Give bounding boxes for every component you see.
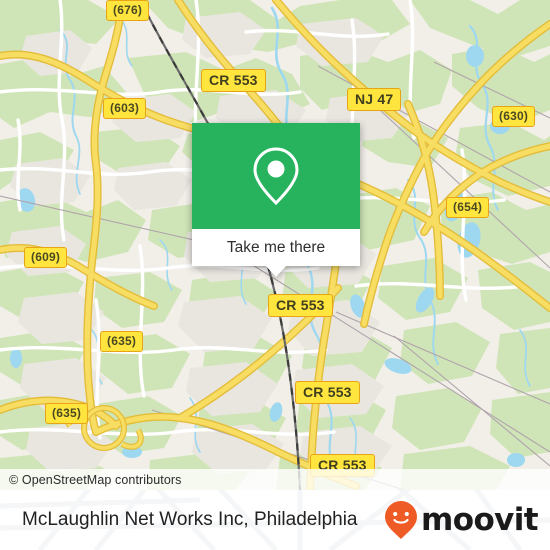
road-shield: (603) bbox=[103, 98, 147, 119]
road-shield: (676) bbox=[106, 0, 150, 21]
road-shield: (635) bbox=[45, 403, 89, 424]
take-me-there-label: Take me there bbox=[226, 238, 326, 256]
road-shield: CR 553 bbox=[201, 69, 266, 92]
road-shield: (654) bbox=[446, 197, 490, 218]
road-shield: NJ 47 bbox=[347, 88, 402, 111]
road-shield: (609) bbox=[24, 247, 68, 268]
road-shield: CR 553 bbox=[268, 294, 333, 317]
popup-image-panel bbox=[192, 123, 360, 229]
bottom-info-bar: McLaughlin Net Works Inc, Philadelphia m… bbox=[0, 490, 550, 550]
place-title: McLaughlin Net Works Inc, Philadelphia bbox=[22, 509, 358, 530]
osm-attribution-text: © OpenStreetMap contributors bbox=[9, 472, 182, 487]
location-popup[interactable]: Take me there bbox=[192, 123, 360, 277]
road-shield: (630) bbox=[492, 106, 536, 127]
road-shield: CR 553 bbox=[295, 381, 360, 404]
popup-tail bbox=[265, 265, 287, 277]
popup-footer[interactable]: Take me there bbox=[192, 229, 360, 277]
road-shield: (635) bbox=[100, 331, 144, 352]
moovit-logo: moovit bbox=[383, 500, 539, 540]
map-screenshot: (676) CR 553 NJ 47 (603) (630) (654) (60… bbox=[0, 0, 550, 550]
map-pin-icon bbox=[253, 147, 299, 206]
moovit-wordmark: moovit bbox=[421, 501, 539, 538]
moovit-smiley-pin-icon bbox=[385, 501, 418, 539]
map-canvas[interactable]: (676) CR 553 NJ 47 (603) (630) (654) (60… bbox=[0, 0, 550, 490]
osm-attribution: © OpenStreetMap contributors bbox=[0, 469, 550, 490]
